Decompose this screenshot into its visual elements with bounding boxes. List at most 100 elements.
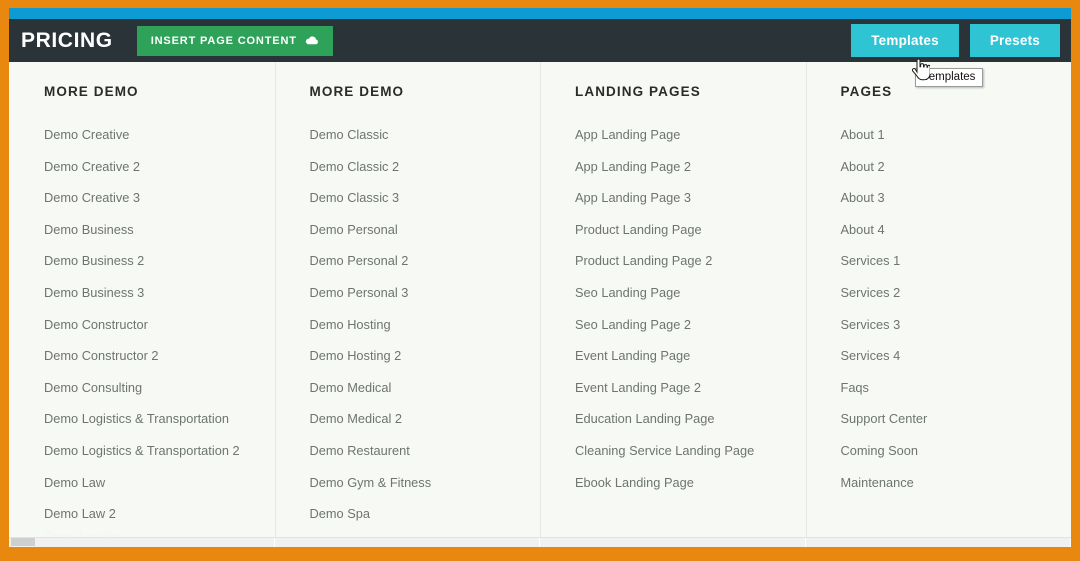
link-about-4[interactable]: About 4 (841, 214, 1054, 246)
list-item: Demo Classic 3 (310, 182, 523, 214)
link-seo-landing-page-2[interactable]: Seo Landing Page 2 (575, 309, 788, 341)
templates-button[interactable]: Templates (851, 24, 959, 57)
link-demo-personal-2[interactable]: Demo Personal 2 (310, 245, 523, 277)
link-demo-logistics-transportation-2[interactable]: Demo Logistics & Transportation 2 (44, 435, 257, 467)
link-demo-constructor[interactable]: Demo Constructor (44, 309, 257, 341)
link-product-landing-page[interactable]: Product Landing Page (575, 214, 788, 246)
link-app-landing-page[interactable]: App Landing Page (575, 119, 788, 151)
list-item: Demo Gym & Fitness (310, 467, 523, 499)
link-demo-creative[interactable]: Demo Creative (44, 119, 257, 151)
link-demo-hosting[interactable]: Demo Hosting (310, 309, 523, 341)
link-demo-medical[interactable]: Demo Medical (310, 372, 523, 404)
link-demo-medical-2[interactable]: Demo Medical 2 (310, 403, 523, 435)
list-item: Demo Hosting (310, 309, 523, 341)
list-item: Cleaning Service Landing Page (575, 435, 788, 467)
link-ebook-landing-page[interactable]: Ebook Landing Page (575, 467, 788, 499)
list-item: Demo Logistics & Transportation 2 (44, 435, 257, 467)
list-item: Demo Logistics & Transportation (44, 403, 257, 435)
list-item: Services 4 (841, 340, 1054, 372)
menu-column-2: MORE DEMO Demo Classic Demo Classic 2 De… (274, 62, 541, 547)
list-item: About 2 (841, 151, 1054, 183)
link-maintenance[interactable]: Maintenance (841, 467, 1054, 499)
list-item: Education Landing Page (575, 403, 788, 435)
templates-tooltip: Templates (915, 68, 984, 87)
column-3-link-list: App Landing Page App Landing Page 2 App … (575, 119, 788, 498)
link-coming-soon[interactable]: Coming Soon (841, 435, 1054, 467)
menu-column-4: PAGES About 1 About 2 About 3 About 4 Se… (805, 62, 1072, 547)
link-demo-classic-3[interactable]: Demo Classic 3 (310, 182, 523, 214)
link-services-2[interactable]: Services 2 (841, 277, 1054, 309)
mega-menu-panel: MORE DEMO Demo Creative Demo Creative 2 … (9, 62, 1071, 547)
link-demo-gym-fitness[interactable]: Demo Gym & Fitness (310, 467, 523, 499)
list-item: App Landing Page 3 (575, 182, 788, 214)
list-item: Demo Personal 3 (310, 277, 523, 309)
link-seo-landing-page[interactable]: Seo Landing Page (575, 277, 788, 309)
link-demo-classic-2[interactable]: Demo Classic 2 (310, 151, 523, 183)
column-1-title: MORE DEMO (44, 84, 139, 99)
link-services-1[interactable]: Services 1 (841, 245, 1054, 277)
link-demo-spa[interactable]: Demo Spa (310, 498, 523, 530)
link-demo-logistics-transportation[interactable]: Demo Logistics & Transportation (44, 403, 257, 435)
insert-page-content-label: INSERT PAGE CONTENT (150, 34, 297, 47)
link-demo-law-2[interactable]: Demo Law 2 (44, 498, 257, 530)
scrollbar-thumb[interactable] (11, 538, 35, 546)
link-services-3[interactable]: Services 3 (841, 309, 1054, 341)
link-demo-personal-3[interactable]: Demo Personal 3 (310, 277, 523, 309)
link-faqs[interactable]: Faqs (841, 372, 1054, 404)
scrollbar-track-segment (9, 538, 275, 547)
link-education-landing-page[interactable]: Education Landing Page (575, 403, 788, 435)
link-demo-business-2[interactable]: Demo Business 2 (44, 245, 257, 277)
presets-button[interactable]: Presets (969, 24, 1060, 57)
link-cleaning-service-landing-page[interactable]: Cleaning Service Landing Page (575, 435, 788, 467)
list-item: Demo Medical (310, 372, 523, 404)
link-about-3[interactable]: About 3 (841, 182, 1054, 214)
link-demo-business-3[interactable]: Demo Business 3 (44, 277, 257, 309)
link-services-4[interactable]: Services 4 (841, 340, 1054, 372)
link-demo-hosting-2[interactable]: Demo Hosting 2 (310, 340, 523, 372)
list-item: Maintenance (841, 467, 1054, 499)
link-product-landing-page-2[interactable]: Product Landing Page 2 (575, 245, 788, 277)
list-item: About 4 (841, 214, 1054, 246)
list-item: Faqs (841, 372, 1054, 404)
insert-page-content-button[interactable]: INSERT PAGE CONTENT (136, 25, 333, 56)
window-inner: PRICING INSERT PAGE CONTENT Templates Pr… (9, 8, 1071, 547)
list-item: Demo Classic 2 (310, 151, 523, 183)
link-demo-consulting[interactable]: Demo Consulting (44, 372, 257, 404)
link-about-2[interactable]: About 2 (841, 151, 1054, 183)
list-item: Demo Creative 3 (44, 182, 257, 214)
link-event-landing-page[interactable]: Event Landing Page (575, 340, 788, 372)
column-2-link-list: Demo Classic Demo Classic 2 Demo Classic… (310, 119, 523, 530)
column-2-title: MORE DEMO (309, 84, 405, 99)
link-demo-law[interactable]: Demo Law (44, 467, 257, 499)
link-demo-classic[interactable]: Demo Classic (310, 119, 523, 151)
list-item: Demo Hosting 2 (310, 340, 523, 372)
list-item: App Landing Page 2 (575, 151, 788, 183)
link-demo-creative-3[interactable]: Demo Creative 3 (44, 182, 257, 214)
top-header-bar: PRICING INSERT PAGE CONTENT Templates Pr… (9, 19, 1071, 81)
link-demo-creative-2[interactable]: Demo Creative 2 (44, 151, 257, 183)
link-demo-business[interactable]: Demo Business (44, 214, 257, 246)
list-item: Demo Business 3 (44, 277, 257, 309)
list-item: Seo Landing Page (575, 277, 788, 309)
list-item: Demo Restaurent (310, 435, 523, 467)
link-about-1[interactable]: About 1 (841, 119, 1054, 151)
list-item: Demo Constructor (44, 309, 257, 341)
horizontal-scrollbar[interactable] (9, 537, 1071, 547)
menu-column-1: MORE DEMO Demo Creative Demo Creative 2 … (9, 84, 275, 547)
column-1-link-list: Demo Creative Demo Creative 2 Demo Creat… (44, 119, 257, 544)
link-app-landing-page-3[interactable]: App Landing Page 3 (575, 182, 788, 214)
link-demo-personal[interactable]: Demo Personal (310, 214, 523, 246)
link-demo-constructor-2[interactable]: Demo Constructor 2 (44, 340, 257, 372)
list-item: Demo Creative (44, 119, 257, 151)
list-item: Demo Spa (310, 498, 523, 530)
scrollbar-track-segment (275, 538, 540, 547)
list-item: Demo Consulting (44, 372, 257, 404)
app-window: PRICING INSERT PAGE CONTENT Templates Pr… (0, 0, 1080, 561)
scrollbar-track-segment (806, 538, 1071, 547)
link-event-landing-page-2[interactable]: Event Landing Page 2 (575, 372, 788, 404)
link-demo-restaurent[interactable]: Demo Restaurent (310, 435, 523, 467)
link-app-landing-page-2[interactable]: App Landing Page 2 (575, 151, 788, 183)
list-item: Demo Classic (310, 119, 523, 151)
list-item: Event Landing Page 2 (575, 372, 788, 404)
link-support-center[interactable]: Support Center (841, 403, 1054, 435)
